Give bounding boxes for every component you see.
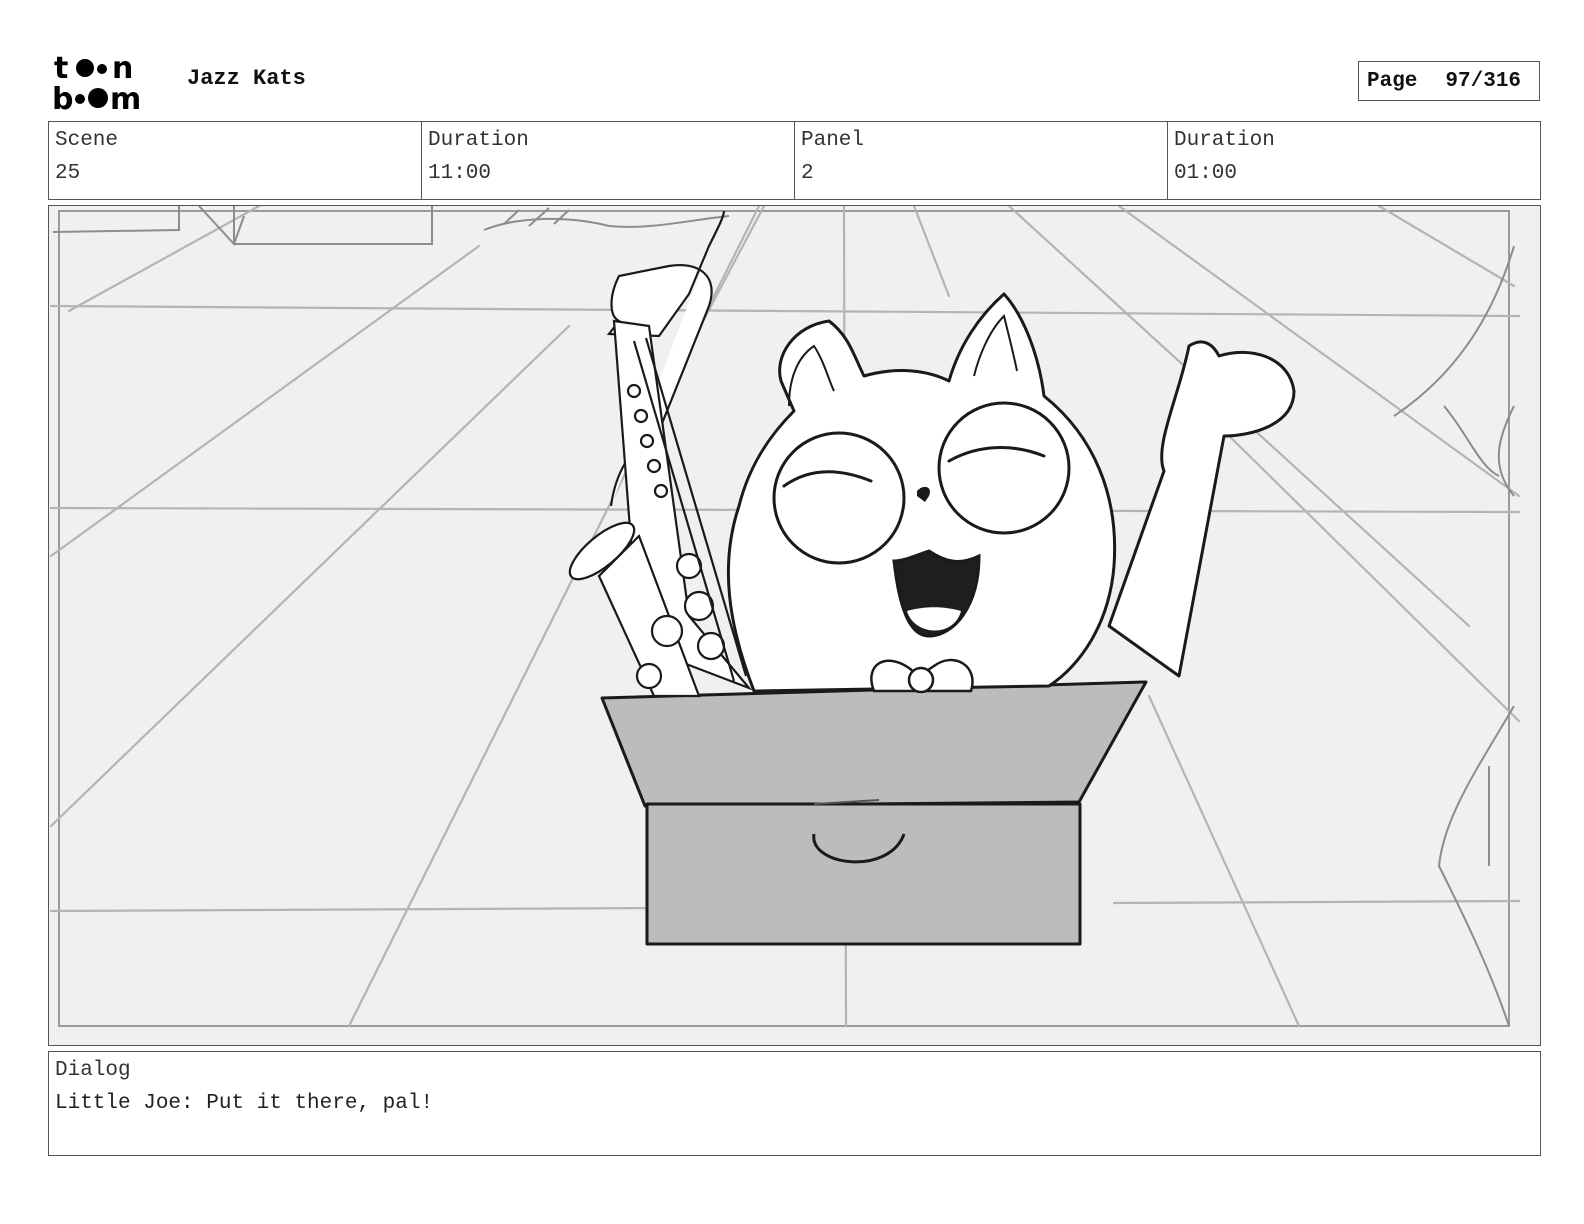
svg-text:b: b bbox=[52, 82, 73, 112]
dialog-text: Little Joe: Put it there, pal! bbox=[55, 1092, 434, 1115]
svg-text:m: m bbox=[110, 82, 141, 112]
scene-duration-value: 11:00 bbox=[428, 162, 492, 185]
scene-label: Scene bbox=[55, 129, 119, 152]
svg-text:t: t bbox=[54, 51, 68, 86]
project-title: Jazz Kats bbox=[187, 66, 306, 91]
panel-value: 2 bbox=[801, 162, 814, 185]
panel-duration-label: Duration bbox=[1174, 129, 1275, 152]
storyboard-panel-image bbox=[48, 205, 1541, 1046]
page-indicator: Page 97/316 bbox=[1358, 61, 1540, 101]
scene-duration-label: Duration bbox=[428, 129, 529, 152]
scene-value: 25 bbox=[55, 162, 81, 185]
toon-boom-logo: t n b m bbox=[52, 50, 164, 112]
page-number: 97/316 bbox=[1445, 69, 1522, 93]
panel-duration-cell: Duration 01:00 bbox=[1168, 122, 1540, 199]
svg-text:n: n bbox=[112, 51, 133, 86]
panel-info-bar: Scene 25 Duration 11:00 Panel 2 Duration… bbox=[48, 121, 1541, 200]
page-label: Page bbox=[1367, 69, 1418, 93]
dialog-box: Dialog Little Joe: Put it there, pal! bbox=[48, 1051, 1541, 1156]
panel-duration-value: 01:00 bbox=[1174, 162, 1238, 185]
panel-label: Panel bbox=[801, 129, 865, 152]
scene-cell: Scene 25 bbox=[49, 122, 422, 199]
dialog-label: Dialog bbox=[55, 1059, 131, 1082]
scene-duration-cell: Duration 11:00 bbox=[422, 122, 795, 199]
panel-cell: Panel 2 bbox=[795, 122, 1168, 199]
